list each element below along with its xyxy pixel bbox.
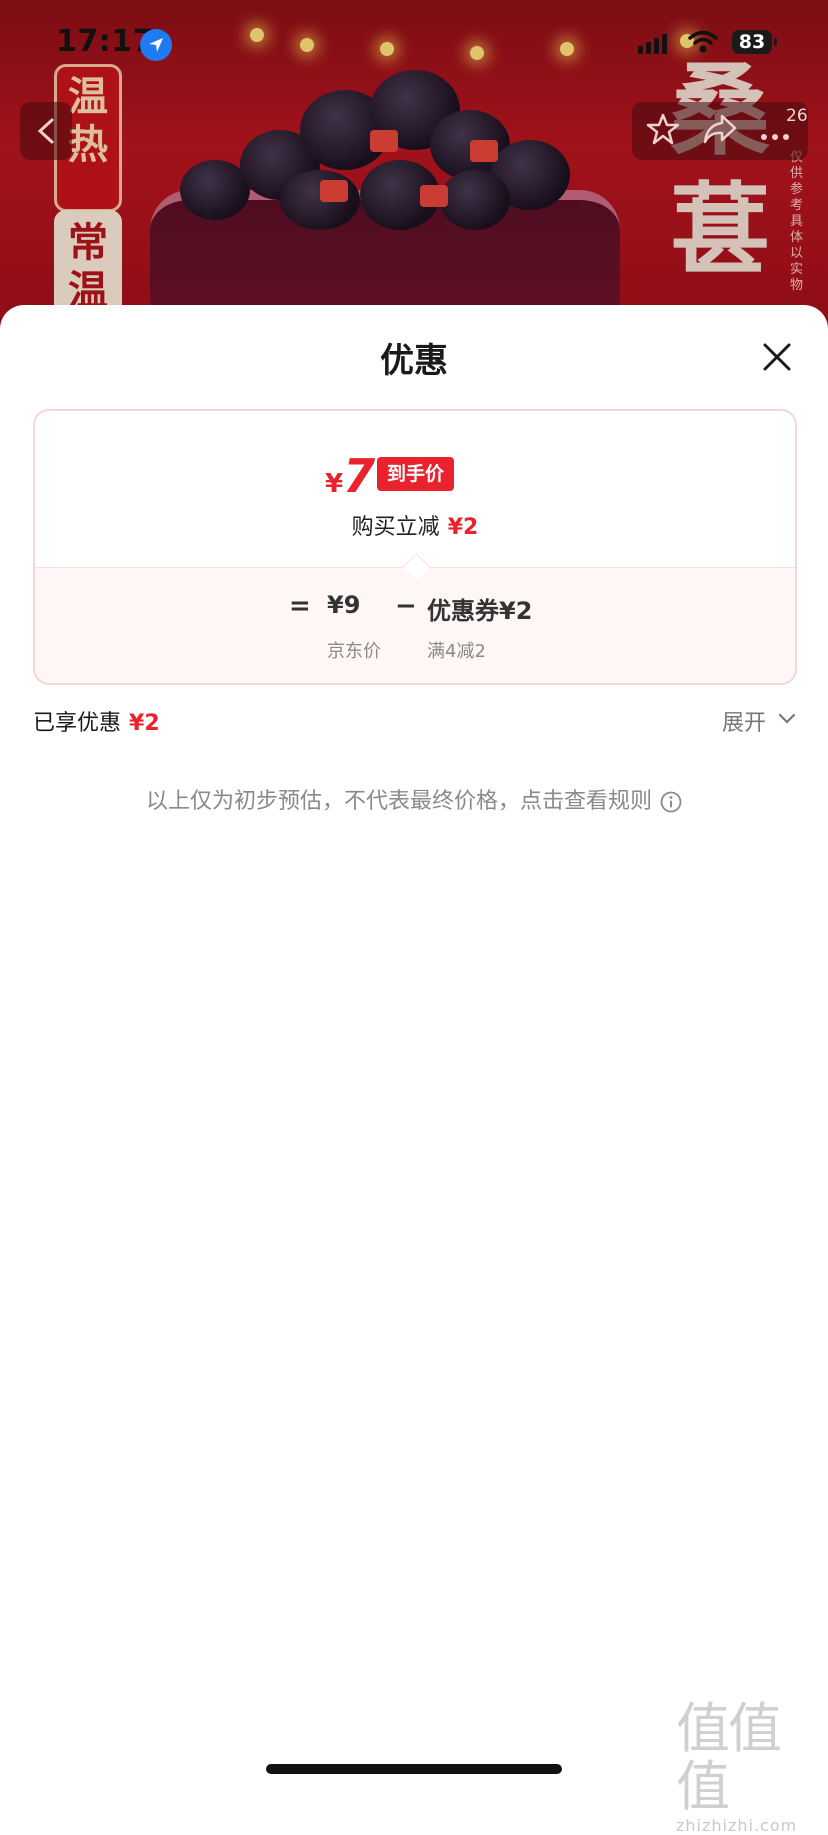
minus-sign: − <box>395 591 417 621</box>
share-icon[interactable] <box>702 112 738 150</box>
more-icon[interactable] <box>760 126 790 145</box>
home-indicator[interactable] <box>266 1764 562 1774</box>
expand-button[interactable]: 展开 <box>722 705 766 737</box>
star-icon[interactable] <box>646 112 680 150</box>
status-bar: 17:17 83 <box>0 0 828 92</box>
rules-disclaimer-link[interactable]: 以上仅为初步预估，不代表最终价格，点击查看规则 <box>0 783 828 815</box>
calculation-section <box>35 567 795 683</box>
wifi-icon <box>688 30 718 58</box>
site-watermark: 值值值 zhizhizhi.com <box>676 1697 798 1835</box>
back-button[interactable] <box>20 102 72 160</box>
sheet-title: 优惠 <box>380 341 448 381</box>
info-icon <box>660 791 682 813</box>
close-icon <box>763 343 791 371</box>
equals-sign: = <box>289 591 311 621</box>
battery-indicator: 83 <box>732 30 777 54</box>
chevron-left-icon <box>37 118 54 144</box>
location-arrow-icon <box>140 29 172 61</box>
final-price-section: ¥7 到手价 购买立减 ¥2 <box>35 411 795 567</box>
cellular-signal-icon <box>638 34 674 58</box>
enjoyed-discount: 已享优惠 ¥2 <box>33 711 160 736</box>
jd-price: ¥9 <box>327 591 361 619</box>
coupon-rule: 满4减2 <box>427 641 486 662</box>
jd-price-label: 京东价 <box>327 641 381 662</box>
discount-sheet: 优惠 ¥7 到手价 购买立减 ¥2 = ¥9 京东价 − 优惠券¥2 满4减2 已… <box>0 305 828 1792</box>
price-breakdown-card: ¥7 到手价 购买立减 ¥2 = ¥9 京东价 − 优惠券¥2 满4减2 <box>33 409 797 685</box>
instant-reduction: 购买立减 ¥2 <box>351 515 479 540</box>
final-price-tag: 到手价 <box>377 457 455 491</box>
message-count-badge: 26 <box>786 106 808 126</box>
chevron-down-icon[interactable] <box>778 710 796 729</box>
close-button[interactable] <box>755 335 799 379</box>
final-price: ¥7 <box>325 449 376 503</box>
coupon-amount: 优惠券¥2 <box>427 597 533 625</box>
